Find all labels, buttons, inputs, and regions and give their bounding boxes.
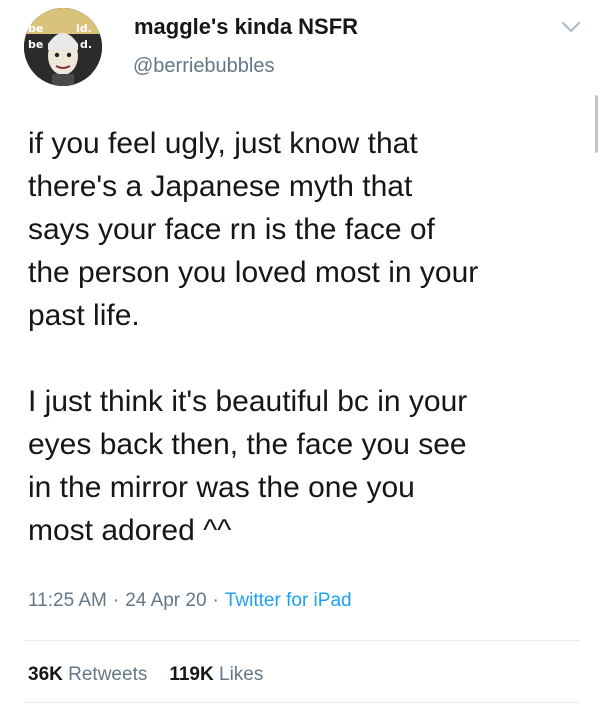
- tweet-text: if you feel ugly, just know that there's…: [28, 122, 588, 552]
- display-name[interactable]: maggle's kinda NSFR: [134, 14, 358, 40]
- scrollbar[interactable]: [595, 95, 598, 153]
- retweets-label: Retweets: [68, 664, 148, 685]
- tweet-date[interactable]: 24 Apr 20: [125, 590, 206, 611]
- meta-separator: ·: [212, 590, 219, 611]
- avatar-text: id.: [76, 22, 92, 35]
- divider: [24, 640, 580, 641]
- meta-separator: ·: [112, 590, 120, 611]
- user-handle[interactable]: @berriebubbles: [133, 55, 275, 78]
- tweet-paragraph: I just think it's beautiful bc in your e…: [28, 385, 468, 547]
- retweets-count: 36K: [28, 664, 63, 685]
- tweet-source-link[interactable]: Twitter for iPad: [225, 590, 352, 611]
- likes-stat[interactable]: 119K Likes: [169, 664, 263, 685]
- tweet-time[interactable]: 11:25 AM: [28, 590, 107, 611]
- retweets-stat[interactable]: 36K Retweets: [28, 664, 147, 685]
- avatar-text: d.: [80, 38, 92, 51]
- likes-count: 119K: [169, 664, 214, 685]
- chevron-down-icon[interactable]: [560, 20, 582, 34]
- avatar[interactable]: be id. be d.: [24, 8, 102, 86]
- avatar-text: be: [28, 38, 43, 51]
- avatar-image: be id. be d.: [24, 8, 102, 86]
- tweet-paragraph: if you feel ugly, just know that there's…: [28, 127, 479, 332]
- tweet-meta: 11:25 AM · 24 Apr 20 · Twitter for iPad: [28, 590, 352, 612]
- tweet-stats: 36K Retweets 119K Likes: [28, 664, 263, 686]
- divider: [24, 702, 580, 703]
- avatar-text: be: [28, 22, 43, 35]
- likes-label: Likes: [219, 664, 264, 685]
